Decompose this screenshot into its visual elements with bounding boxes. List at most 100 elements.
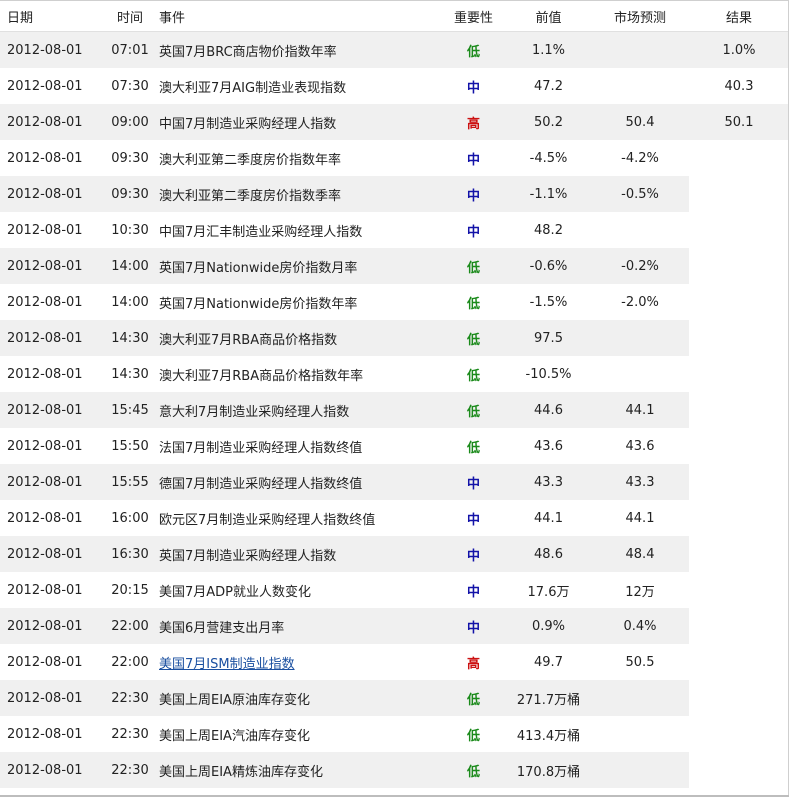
- cell-event: 法国7月制造业采购经理人指数终值: [153, 428, 441, 464]
- cell-event: 美国上周EIA精炼油库存变化: [153, 752, 441, 788]
- cell-result: [689, 284, 789, 320]
- table-row: 2012-08-01 09:30 澳大利亚第二季度房价指数年率中 -4.5% -4.2%: [0, 140, 789, 176]
- importance-badge: 低: [441, 31, 506, 68]
- cell-event: 中国7月汇丰制造业采购经理人指数: [153, 212, 441, 248]
- cell-result: [689, 320, 789, 356]
- cell-result: [689, 500, 789, 536]
- importance-badge: 中: [441, 212, 506, 248]
- cell-date: 2012-08-01: [0, 572, 107, 608]
- header-date: 日期: [0, 1, 107, 32]
- table-row: 2012-08-01 22:30 美国上周EIA汽油库存变化低 413.4万桶: [0, 716, 789, 752]
- cell-time: 09:30: [107, 140, 153, 176]
- cell-previous: 43.6: [506, 428, 591, 464]
- cell-result: [689, 212, 789, 248]
- table-header-row: 日期 时间 事件 重要性 前值 市场预测 结果: [0, 1, 789, 32]
- cell-previous: -4.5%: [506, 140, 591, 176]
- table-row: 2012-08-01 22:00 美国7月ISM制造业指数 高 49.7 50.5: [0, 644, 789, 680]
- importance-badge: 中: [441, 572, 506, 608]
- cell-event: 英国7月制造业采购经理人指数: [153, 536, 441, 572]
- cell-previous: 48.2: [506, 212, 591, 248]
- table-row: 2012-08-01 22:30 美国上周EIA原油库存变化低 271.7万桶: [0, 680, 789, 716]
- header-previous: 前值: [506, 1, 591, 32]
- cell-forecast: 12万: [591, 572, 689, 608]
- cell-time: 15:50: [107, 428, 153, 464]
- cell-date: 2012-08-01: [0, 644, 107, 680]
- importance-badge: 低: [441, 248, 506, 284]
- table-row: 2012-08-01 16:00 欧元区7月制造业采购经理人指数终值中 44.1 44.…: [0, 500, 789, 536]
- cell-date: 2012-08-01: [0, 716, 107, 752]
- table-row: 2012-08-01 14:00 英国7月Nationwide房价指数年率低 -1.5…: [0, 284, 789, 320]
- cell-time: 09:30: [107, 176, 153, 212]
- header-result: 结果: [689, 1, 789, 32]
- table-row: 2012-08-01 15:55 德国7月制造业采购经理人指数终值中 43.3 43.3: [0, 464, 789, 500]
- table-row: 2012-08-01 16:30 英国7月制造业采购经理人指数中 48.6 48.4: [0, 536, 789, 572]
- cell-date: 2012-08-01: [0, 248, 107, 284]
- cell-forecast: [591, 68, 689, 104]
- importance-badge: 中: [441, 608, 506, 644]
- importance-badge: 低: [441, 680, 506, 716]
- importance-badge: 中: [441, 500, 506, 536]
- cell-forecast: 44.1: [591, 392, 689, 428]
- cell-time: 15:55: [107, 464, 153, 500]
- cell-event: 澳大利亚7月RBA商品价格指数年率: [153, 356, 441, 392]
- table-row: 2012-08-01 22:00 美国6月营建支出月率中 0.9% 0.4%: [0, 608, 789, 644]
- cell-result: [689, 644, 789, 680]
- cell-result: 1.0%: [689, 31, 789, 68]
- cell-date: 2012-08-01: [0, 680, 107, 716]
- cell-event: 澳大利亚第二季度房价指数季率: [153, 176, 441, 212]
- cell-event: 英国7月Nationwide房价指数年率: [153, 284, 441, 320]
- importance-badge: 低: [441, 752, 506, 788]
- importance-badge: 低: [441, 428, 506, 464]
- cell-event: 英国7月BRC商店物价指数年率: [153, 31, 441, 68]
- importance-badge: 低: [441, 320, 506, 356]
- economic-calendar-table: 日期 时间 事件 重要性 前值 市场预测 结果 2012-08-01 07:01 英…: [0, 1, 789, 788]
- table-row: 2012-08-01 14:00 英国7月Nationwide房价指数月率低 -0.6…: [0, 248, 789, 284]
- cell-date: 2012-08-01: [0, 608, 107, 644]
- table-row: 2012-08-01 20:15 美国7月ADP就业人数变化中 17.6万 12万: [0, 572, 789, 608]
- cell-time: 22:30: [107, 680, 153, 716]
- table-body: 2012-08-01 07:01 英国7月BRC商店物价指数年率低 1.1% 1.0% 2…: [0, 31, 789, 788]
- cell-time: 14:30: [107, 320, 153, 356]
- cell-previous: 49.7: [506, 644, 591, 680]
- cell-forecast: -0.5%: [591, 176, 689, 212]
- cell-previous: -10.5%: [506, 356, 591, 392]
- cell-date: 2012-08-01: [0, 104, 107, 140]
- cell-result: [689, 176, 789, 212]
- cell-forecast: [591, 680, 689, 716]
- cell-forecast: [591, 716, 689, 752]
- cell-event: 美国6月营建支出月率: [153, 608, 441, 644]
- cell-date: 2012-08-01: [0, 500, 107, 536]
- cell-forecast: 43.3: [591, 464, 689, 500]
- cell-date: 2012-08-01: [0, 68, 107, 104]
- cell-time: 14:00: [107, 248, 153, 284]
- importance-badge: 中: [441, 140, 506, 176]
- cell-event: 澳大利亚7月RBA商品价格指数: [153, 320, 441, 356]
- cell-time: 09:00: [107, 104, 153, 140]
- table-row: 2012-08-01 15:50 法国7月制造业采购经理人指数终值低 43.6 43.6: [0, 428, 789, 464]
- table-row: 2012-08-01 07:30 澳大利亚7月AIG制造业表现指数中 47.2 40.3: [0, 68, 789, 104]
- cell-event: 英国7月Nationwide房价指数月率: [153, 248, 441, 284]
- header-event: 事件: [153, 1, 441, 32]
- cell-date: 2012-08-01: [0, 320, 107, 356]
- table-row: 2012-08-01 09:00 中国7月制造业采购经理人指数高 50.2 50.4 50…: [0, 104, 789, 140]
- table-row: 2012-08-01 10:30 中国7月汇丰制造业采购经理人指数中 48.2: [0, 212, 789, 248]
- cell-date: 2012-08-01: [0, 356, 107, 392]
- cell-previous: 271.7万桶: [506, 680, 591, 716]
- cell-forecast: [591, 212, 689, 248]
- event-link[interactable]: 美国7月ISM制造业指数: [159, 657, 295, 672]
- cell-result: 40.3: [689, 68, 789, 104]
- importance-badge: 低: [441, 356, 506, 392]
- cell-forecast: -4.2%: [591, 140, 689, 176]
- cell-forecast: 43.6: [591, 428, 689, 464]
- cell-time: 14:30: [107, 356, 153, 392]
- cell-previous: -1.5%: [506, 284, 591, 320]
- table-row: 2012-08-01 14:30 澳大利亚7月RBA商品价格指数低 97.5: [0, 320, 789, 356]
- cell-forecast: -2.0%: [591, 284, 689, 320]
- cell-previous: 43.3: [506, 464, 591, 500]
- cell-previous: 44.1: [506, 500, 591, 536]
- cell-date: 2012-08-01: [0, 176, 107, 212]
- importance-badge: 低: [441, 284, 506, 320]
- cell-time: 16:00: [107, 500, 153, 536]
- cell-date: 2012-08-01: [0, 536, 107, 572]
- cell-event: 意大利7月制造业采购经理人指数: [153, 392, 441, 428]
